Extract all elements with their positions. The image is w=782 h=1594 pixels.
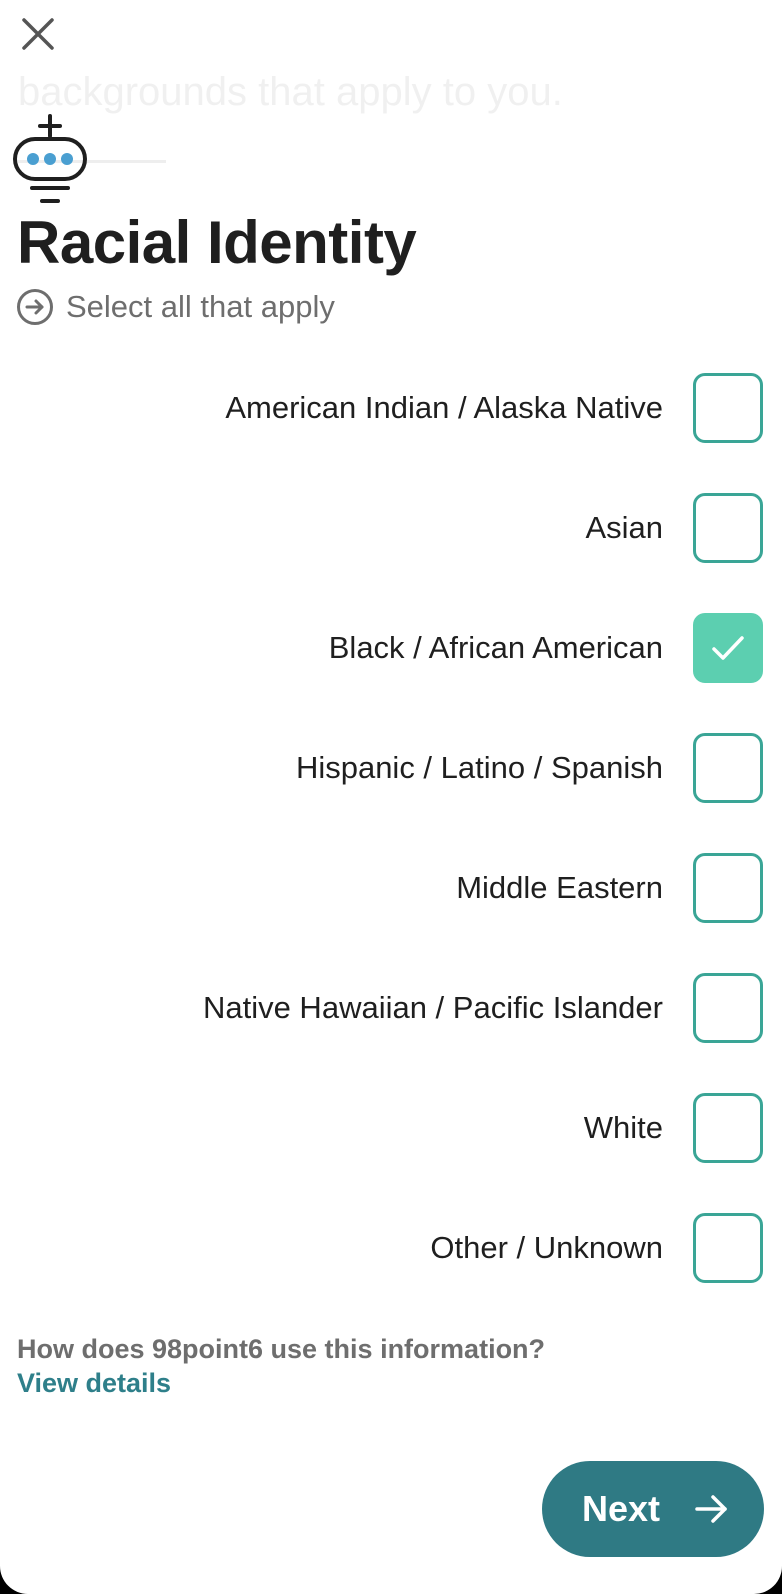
option-american-indian[interactable]: American Indian / Alaska Native [0, 370, 782, 446]
page-title: Racial Identity [17, 209, 417, 276]
checkbox[interactable] [693, 733, 763, 803]
info-question: How does 98point6 use this information? [17, 1334, 546, 1364]
subtitle-row: Select all that apply [16, 288, 335, 326]
view-details-link[interactable]: View details [17, 1368, 171, 1399]
option-asian[interactable]: Asian [0, 490, 782, 566]
checkbox[interactable] [693, 493, 763, 563]
checkbox[interactable] [693, 1093, 763, 1163]
next-button[interactable]: Next [542, 1461, 764, 1557]
option-other[interactable]: Other / Unknown [0, 1210, 782, 1286]
screen: backgrounds that apply to you. Racial Id… [0, 0, 782, 1594]
option-middle-eastern[interactable]: Middle Eastern [0, 850, 782, 926]
checkbox[interactable] [693, 853, 763, 923]
option-label: Other / Unknown [430, 1230, 663, 1265]
checkbox-checked[interactable] [693, 613, 763, 683]
bot-logo-icon [13, 114, 87, 203]
next-button-label: Next [581, 1488, 661, 1529]
close-icon [22, 18, 54, 50]
checkbox[interactable] [693, 973, 763, 1043]
subtitle: Select all that apply [66, 289, 335, 324]
option-label: Asian [585, 510, 663, 545]
option-black[interactable]: Black / African American [0, 610, 782, 686]
option-label: Hispanic / Latino / Spanish [295, 750, 663, 785]
check-icon [712, 636, 744, 660]
close-button[interactable] [14, 10, 62, 58]
option-native-hawaiian[interactable]: Native Hawaiian / Pacific Islander [0, 970, 782, 1046]
faded-previous-text: backgrounds that apply to you. [18, 70, 563, 114]
option-label: White [583, 1110, 663, 1145]
option-hispanic[interactable]: Hispanic / Latino / Spanish [0, 730, 782, 806]
checkbox[interactable] [693, 1213, 763, 1283]
option-label: Black / African American [328, 630, 663, 665]
option-white[interactable]: White [0, 1090, 782, 1166]
option-label: American Indian / Alaska Native [225, 390, 663, 425]
option-label: Native Hawaiian / Pacific Islander [202, 990, 663, 1025]
option-label: Middle Eastern [456, 870, 663, 905]
arrow-right-icon [695, 1495, 727, 1523]
checkbox[interactable] [693, 373, 763, 443]
arrow-circle-icon [17, 289, 53, 325]
